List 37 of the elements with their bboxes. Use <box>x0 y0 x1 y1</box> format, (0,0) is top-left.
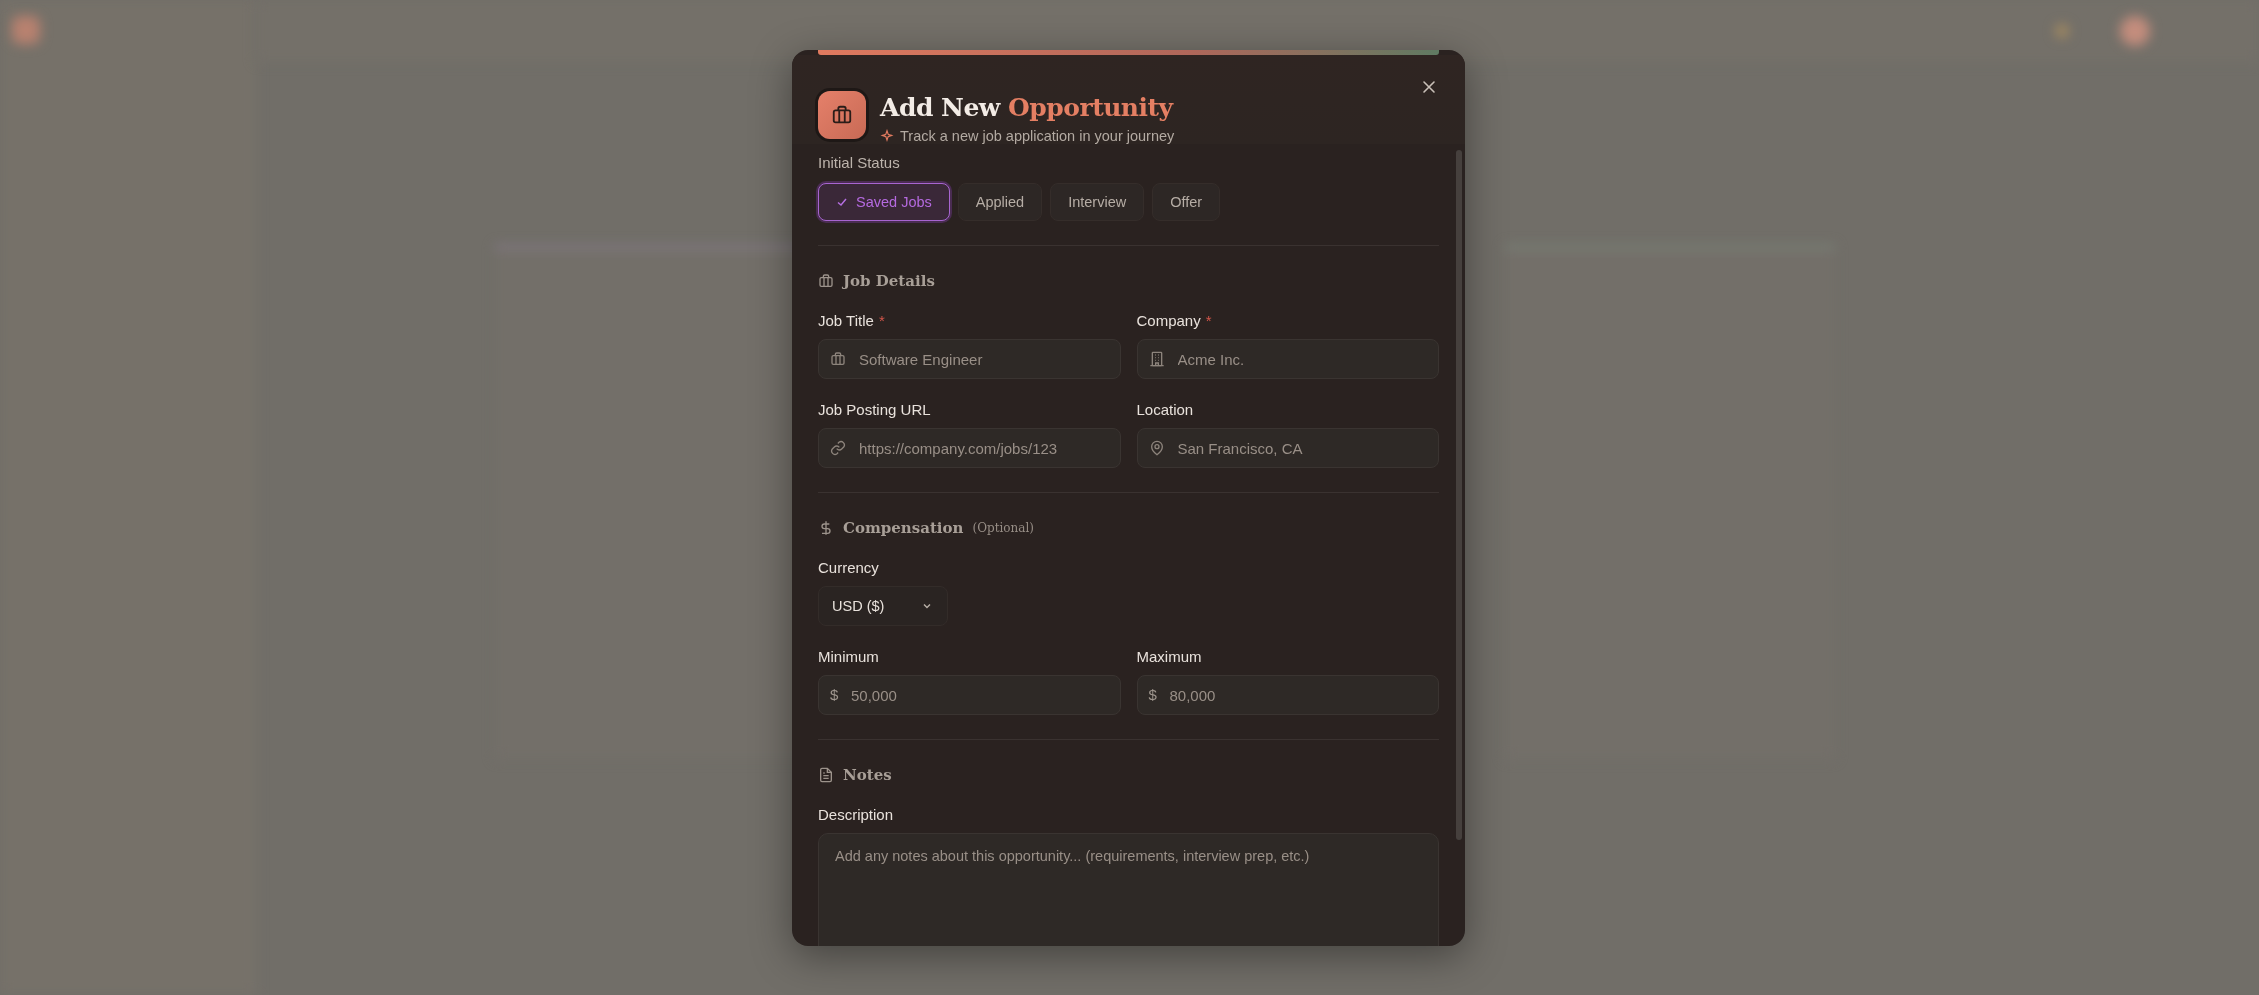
field-label: Description <box>818 806 894 823</box>
dollar-icon <box>818 520 834 536</box>
field-label: Initial Status <box>818 154 901 171</box>
field-label: Currency <box>818 559 879 576</box>
briefcase-icon <box>818 273 834 289</box>
field-label: Minimum <box>818 648 879 665</box>
field-label: Company <box>1136 312 1201 329</box>
status-option[interactable]: Applied <box>957 183 1043 221</box>
input-field[interactable]: San Francisco, CA <box>1136 428 1439 468</box>
field-label: Maximum <box>1136 648 1202 665</box>
field-label: Job Title <box>818 312 874 329</box>
optional-hint: (Optional) <box>972 521 1034 535</box>
document-icon <box>818 767 834 783</box>
section-title: Notes <box>843 766 892 784</box>
check-icon <box>836 196 848 208</box>
section-title: Job Details <box>843 272 935 290</box>
scrollbar[interactable] <box>1456 150 1462 840</box>
field-label: Location <box>1136 401 1194 418</box>
dialog-subtitle: Track a new job application in your journey <box>900 128 1175 144</box>
input-field[interactable]: https://company.com/jobs/123 <box>818 428 1121 468</box>
input-field[interactable]: Acme Inc. <box>1136 339 1439 379</box>
status-option[interactable]: Saved Jobs <box>818 183 950 221</box>
input-field[interactable]: Software Engineer <box>818 339 1121 379</box>
required-mark: * <box>878 312 885 329</box>
status-option[interactable]: Offer <box>1152 183 1221 221</box>
field-label: Job Posting URL <box>818 401 931 418</box>
close-icon <box>1421 79 1437 95</box>
dialog-title: Add New Opportunity <box>880 93 1175 122</box>
section-title: Compensation <box>843 519 964 537</box>
currency-prefix: $ <box>1148 686 1157 703</box>
currency-prefix: $ <box>830 686 839 703</box>
required-mark: * <box>1205 312 1212 329</box>
description-field[interactable]: Add any notes about this opportunity... (requirements, interview prep, etc.) <box>818 833 1439 946</box>
currency-select[interactable]: USD ($) <box>818 586 948 626</box>
briefcase-icon <box>818 91 866 139</box>
status-option[interactable]: Interview <box>1050 183 1145 221</box>
sparkle-icon <box>880 129 894 143</box>
